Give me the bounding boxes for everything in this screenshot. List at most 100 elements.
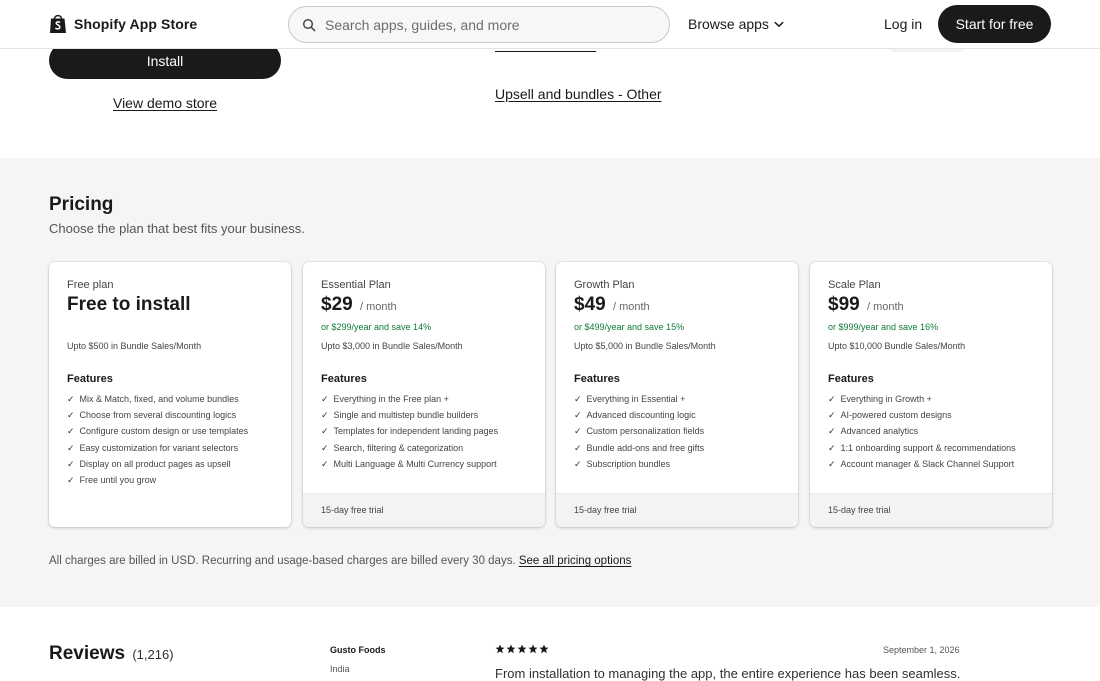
trial-label: 15-day free trial [574,505,637,515]
feature-list: ✓ Everything in the Free plan + ✓ Single a… [321,394,498,475]
check-icon: ✓ [67,394,75,404]
browse-apps-label: Browse apps [688,16,769,32]
features-title: Features [828,373,874,385]
billing-note-text: All charges are billed in USD. Recurring… [49,555,516,567]
plan-card-essential: Essential Plan $29 / month or $299/year … [303,262,545,527]
features-title: Features [67,373,113,385]
check-icon: ✓ [574,410,582,421]
plan-annual-price: or $299/year and save 14% [321,322,432,332]
star-icon [495,644,505,654]
check-icon: ✓ [574,442,582,453]
category-link-upsell-bundles[interactable]: Upsell and bundles - Other [495,86,662,102]
plan-price: Free to install [67,294,191,315]
billing-note: All charges are billed in USD. Recurring… [49,555,631,567]
plan-limit: Upto $500 in Bundle Sales/Month [67,341,202,351]
feature-item: ✓ Account manager & Slack Channel Support [828,459,1016,475]
plan-name: Free plan [67,279,114,291]
view-demo-store-link[interactable]: View demo store [49,95,281,111]
reviews-title: Reviews (1,216) [49,643,174,664]
trial-label: 15-day free trial [828,505,891,515]
feature-item: ✓ Choose from several discounting logics [67,410,248,426]
check-icon: ✓ [321,410,329,421]
reviewer-name: Gusto Foods [330,645,386,655]
reviewer-country: India [330,664,350,674]
shopify-bag-icon [50,14,66,33]
check-icon: ✓ [67,426,75,437]
brand-logo-link[interactable]: Shopify App Store [49,13,197,34]
feature-item: ✓ 1:1 onboarding support & recommendation… [828,443,1016,459]
review-rating [495,644,549,654]
plan-trial-footer: 15-day free trial [810,493,1052,527]
feature-item: ✓ Mix & Match, fixed, and volume bundles [67,394,248,410]
pricing-title: Pricing [49,194,114,215]
plan-trial-footer: 15-day free trial [556,493,798,527]
check-icon: ✓ [828,394,836,404]
plan-price: $49 / month [574,294,650,315]
brand-name: Shopify App Store [74,15,198,32]
features-title: Features [321,373,367,385]
check-icon: ✓ [67,474,75,485]
feature-item: ✓ Templates for independent landing pages [321,426,498,442]
feature-item: ✓ Everything in Growth + [828,394,1016,410]
chevron-down-icon [774,21,784,27]
check-icon: ✓ [321,426,329,437]
plan-name: Growth Plan [574,279,635,291]
plan-card-scale: Scale Plan $99 / month or $999/year and … [810,262,1052,527]
plan-price: $99 / month [828,294,904,315]
review-text: From installation to managing the app, t… [495,666,961,681]
check-icon: ✓ [321,442,329,453]
review-date: September 1, 2026 [883,645,960,655]
feature-item: ✓ Multi Language & Multi Currency support [321,459,498,475]
search-input[interactable] [325,16,645,33]
check-icon: ✓ [574,394,582,404]
feature-item: ✓ Subscription bundles [574,459,704,475]
star-icon [506,644,516,654]
plan-annual-price: or $499/year and save 15% [574,322,685,332]
browse-apps-menu[interactable]: Browse apps [688,16,784,32]
login-link[interactable]: Log in [884,16,922,32]
check-icon: ✓ [828,442,836,453]
plan-name: Scale Plan [828,279,881,291]
feature-item: ✓ Easy customization for variant selector… [67,443,248,459]
check-icon: ✓ [67,410,75,421]
feature-item: ✓ Bundle add-ons and free gifts [574,443,704,459]
feature-item: ✓ Custom personalization fields [574,426,704,442]
check-icon: ✓ [67,442,75,453]
plan-limit: Upto $5,000 in Bundle Sales/Month [574,341,716,351]
features-title: Features [574,373,620,385]
feature-item: ✓ Everything in Essential + [574,394,704,410]
plan-limit: Upto $3,000 in Bundle Sales/Month [321,341,463,351]
feature-item: ✓ Single and multistep bundle builders [321,410,498,426]
feature-list: ✓ Mix & Match, fixed, and volume bundles … [67,394,248,491]
reviews-count: (1,216) [132,647,174,662]
check-icon: ✓ [828,410,836,421]
site-header: Shopify App Store Browse apps Log in Sta… [0,0,1100,49]
plan-card-growth: Growth Plan $49 / month or $499/year and… [556,262,798,527]
check-icon: ✓ [574,426,582,437]
trial-label: 15-day free trial [321,505,384,515]
star-icon [517,644,527,654]
star-icon [539,644,549,654]
check-icon: ✓ [321,394,329,404]
check-icon: ✓ [828,426,836,437]
check-icon: ✓ [67,458,75,469]
feature-item: ✓ Everything in the Free plan + [321,394,498,410]
feature-list: ✓ Everything in Growth + ✓ AI-powered cust… [828,394,1016,475]
feature-item: ✓ Free until you grow [67,475,248,491]
plan-name: Essential Plan [321,279,391,291]
pricing-section: Pricing Choose the plan that best fits y… [0,158,1100,607]
check-icon: ✓ [321,458,329,469]
feature-item: ✓ Advanced discounting logic [574,410,704,426]
search-box[interactable] [288,6,670,43]
see-all-pricing-link[interactable]: See all pricing options [519,555,632,567]
check-icon: ✓ [828,458,836,469]
search-icon [302,18,316,31]
plan-limit: Upto $10,000 Bundle Sales/Month [828,341,966,351]
pricing-subtitle: Choose the plan that best fits your busi… [49,221,305,236]
plan-price: $29 / month [321,294,397,315]
start-for-free-button[interactable]: Start for free [938,5,1051,43]
feature-item: ✓ Advanced analytics [828,426,1016,442]
feature-item: ✓ Display on all product pages as upsell [67,459,248,475]
feature-item: ✓ Search, filtering & categorization [321,443,498,459]
plan-annual-price: or $999/year and save 16% [828,322,939,332]
